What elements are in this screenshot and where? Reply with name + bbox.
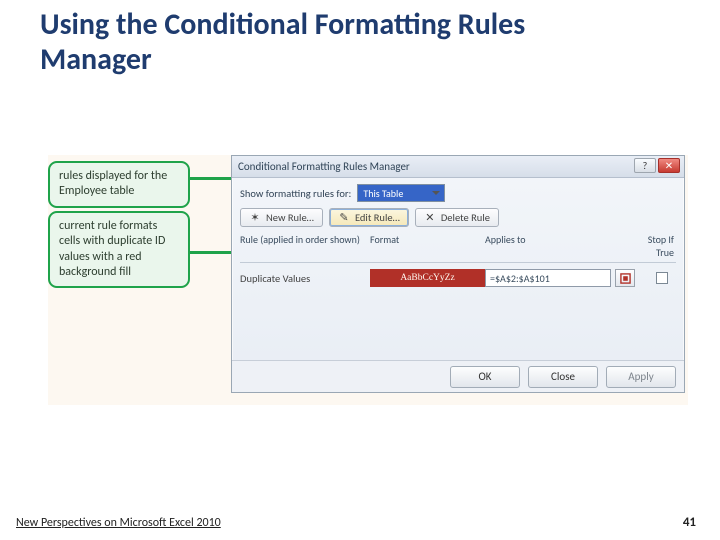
- page-number: 41: [683, 515, 696, 530]
- stop-if-true-checkbox[interactable]: [656, 272, 668, 284]
- close-icon: ✕: [665, 159, 673, 172]
- cf-rules-manager-dialog: Conditional Formatting Rules Manager ? ✕…: [231, 155, 685, 393]
- new-rule-label: New Rule…: [266, 211, 314, 224]
- range-picker-button[interactable]: [615, 269, 635, 287]
- hdr-stop: Stop If True: [635, 233, 676, 259]
- callout-current-rule: current rule formats cells with duplicat…: [48, 211, 190, 288]
- new-rule-icon: ✶: [249, 212, 261, 224]
- figure-area: rules displayed for the Employee table c…: [48, 155, 688, 405]
- hdr-rule: Rule (applied in order shown): [240, 233, 370, 259]
- hdr-applies: Applies to: [485, 233, 635, 259]
- applies-to-input[interactable]: =$A$2:$A$101: [485, 269, 611, 287]
- rules-toolbar: ✶ New Rule… ✎ Edit Rule… ✕ Delete Rule: [240, 208, 676, 227]
- dialog-body: Show formatting rules for: This Table ✶ …: [232, 178, 684, 293]
- edit-rule-button[interactable]: ✎ Edit Rule…: [329, 208, 409, 227]
- applies-group: =$A$2:$A$101: [485, 269, 635, 287]
- rule-row[interactable]: Duplicate Values AaBbCcYyZz =$A$2:$A$101: [240, 267, 676, 289]
- callout-arm-2: [190, 251, 236, 254]
- hdr-format: Format: [370, 233, 485, 259]
- stop-cell: [635, 272, 676, 284]
- rule-name: Duplicate Values: [240, 272, 370, 285]
- apply-button[interactable]: Apply: [606, 366, 676, 388]
- new-rule-button[interactable]: ✶ New Rule…: [240, 208, 323, 227]
- delete-rule-icon: ✕: [424, 212, 436, 224]
- callout-arm-1: [190, 177, 236, 180]
- applies-to-value: =$A$2:$A$101: [490, 272, 550, 285]
- edit-rule-icon: ✎: [338, 212, 350, 224]
- ok-button[interactable]: OK: [450, 366, 520, 388]
- delete-rule-button[interactable]: ✕ Delete Rule: [415, 208, 499, 227]
- callout-rules-displayed: rules displayed for the Employee table: [48, 161, 190, 208]
- dialog-footer: OK Close Apply: [232, 360, 684, 392]
- edit-rule-label: Edit Rule…: [355, 211, 400, 224]
- dialog-titlebar[interactable]: Conditional Formatting Rules Manager ? ✕: [232, 156, 684, 178]
- footer-source: New Perspectives on Microsoft Excel 2010: [16, 516, 221, 530]
- show-rules-label: Show formatting rules for:: [240, 187, 351, 200]
- window-help-button[interactable]: ?: [634, 158, 656, 173]
- question-icon: ?: [643, 159, 648, 172]
- window-close-button[interactable]: ✕: [658, 158, 680, 173]
- slide-title: Using the Conditional Formatting Rules M…: [40, 8, 580, 77]
- delete-rule-label: Delete Rule: [441, 211, 490, 224]
- range-picker-icon: [620, 273, 631, 284]
- rules-grid-header: Rule (applied in order shown) Format App…: [240, 233, 676, 263]
- scope-select[interactable]: This Table: [357, 184, 445, 202]
- rule-format-preview: AaBbCcYyZz: [370, 269, 485, 287]
- dialog-title: Conditional Formatting Rules Manager: [238, 160, 410, 173]
- scope-selected-value: This Table: [363, 187, 403, 200]
- close-button[interactable]: Close: [528, 366, 598, 388]
